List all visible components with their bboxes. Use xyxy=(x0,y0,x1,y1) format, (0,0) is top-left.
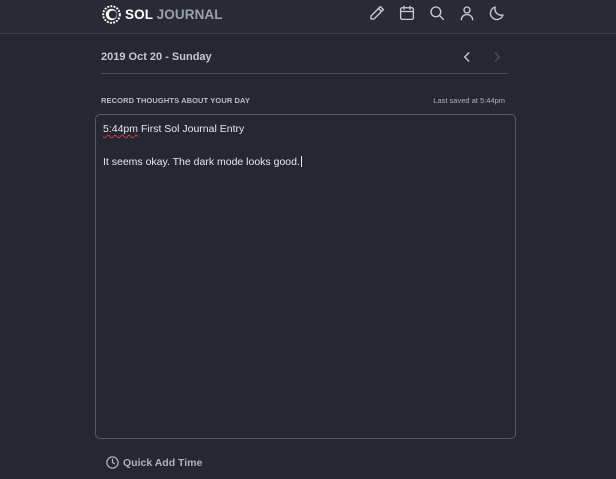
date-header: 2019 Oct 20 - Sunday xyxy=(101,46,508,74)
moon-icon[interactable] xyxy=(488,4,506,22)
entry-section-label: RECORD THOUGHTS ABOUT YOUR DAY xyxy=(101,96,250,105)
logo-word-sol: SOL xyxy=(125,6,153,22)
quick-add-time-label: Quick Add Time xyxy=(123,456,203,469)
search-icon[interactable] xyxy=(428,4,446,22)
user-icon[interactable] xyxy=(458,4,476,22)
chevron-right-icon xyxy=(494,52,501,62)
top-bar: SOL JOURNAL xyxy=(0,0,616,34)
date-title: 2019 Oct 20 - Sunday xyxy=(101,51,212,63)
quick-add-time-button[interactable]: Quick Add Time xyxy=(105,455,202,470)
entry-line-3: It seems okay. The dark mode looks good. xyxy=(103,156,302,168)
app-logo[interactable]: SOL JOURNAL xyxy=(101,3,223,25)
logo-word-journal: JOURNAL xyxy=(156,6,223,22)
previous-day-button[interactable] xyxy=(460,50,474,64)
entry-line-1-text: First Sol Journal Entry xyxy=(138,123,245,135)
last-saved-status: Last saved at 5:44pm xyxy=(433,96,505,105)
text-caret xyxy=(300,156,302,167)
clock-icon xyxy=(106,456,119,469)
chevron-left-icon xyxy=(463,52,470,62)
entry-time-stamp: 5:44pm xyxy=(103,123,139,135)
calendar-icon[interactable] xyxy=(398,4,416,22)
entry-line-1: 5:44pm First Sol Journal Entry xyxy=(103,123,244,135)
app-title: SOL JOURNAL xyxy=(125,7,223,22)
sun-logo-icon xyxy=(102,4,121,24)
journal-entry-editor[interactable]: 5:44pm First Sol Journal Entry It seems … xyxy=(95,114,516,439)
next-day-button[interactable] xyxy=(490,50,504,64)
pencil-icon[interactable] xyxy=(368,4,386,22)
entry-line-3-text: It seems okay. The dark mode looks good. xyxy=(103,156,300,168)
